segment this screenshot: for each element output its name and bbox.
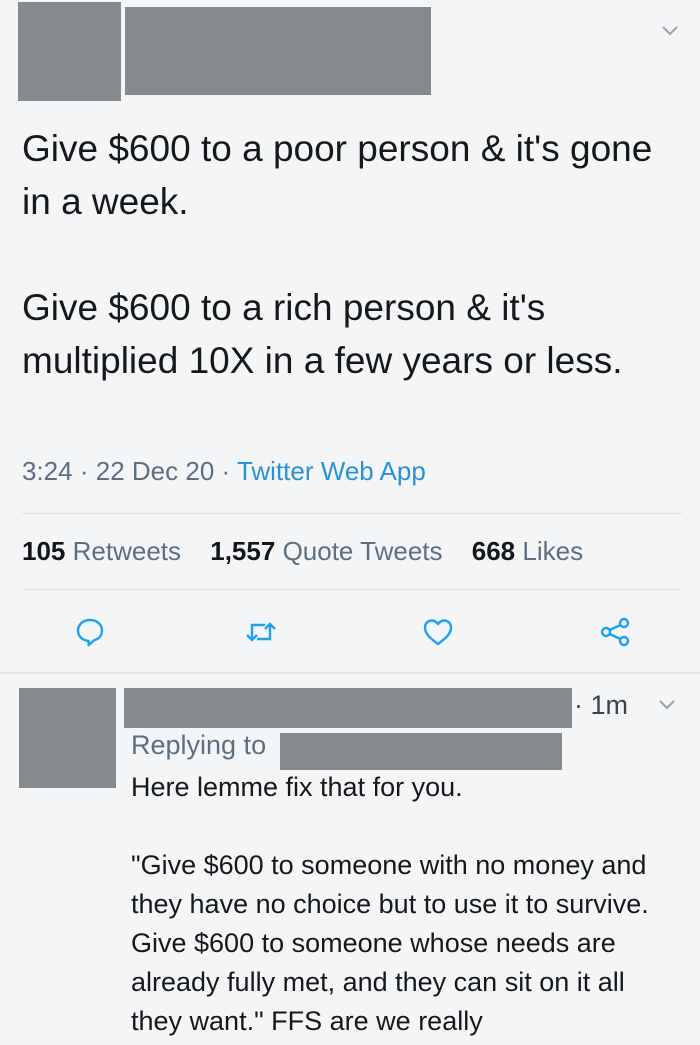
reply-avatar-redacted[interactable] (19, 688, 116, 788)
reply-paragraph: "Give $600 to someone with no money and … (131, 850, 649, 1036)
meta-dot: · (221, 456, 231, 486)
replying-to-handle-redacted[interactable] (280, 733, 562, 770)
chevron-down-icon[interactable] (660, 24, 680, 43)
likes-stat[interactable]: 668 Likes (472, 536, 583, 566)
author-name-redacted[interactable] (125, 7, 431, 95)
reply-icon[interactable] (72, 614, 108, 650)
share-icon[interactable] (597, 614, 633, 650)
tweet-text: Give $600 to a poor person & it's gone i… (22, 122, 672, 387)
tweet-meta: 3:24 · 22 Dec 20 · Twitter Web App (22, 456, 426, 487)
meta-dot: · (79, 456, 89, 486)
reply-author-redacted[interactable] (124, 688, 572, 728)
tweet-time[interactable]: 3:24 (22, 456, 73, 486)
divider (22, 513, 682, 514)
tweet-paragraph: Give $600 to a rich person & it's multip… (22, 287, 623, 381)
chevron-down-icon[interactable] (657, 698, 677, 717)
tweet-paragraph: Give $600 to a poor person & it's gone i… (22, 128, 653, 222)
divider (0, 672, 700, 674)
retweet-icon[interactable] (243, 614, 279, 650)
replying-to-label: Replying to (131, 730, 267, 760)
divider (22, 589, 682, 590)
tweet-stats: 105 Retweets 1,557 Quote Tweets 668 Like… (22, 536, 605, 567)
reply-time[interactable]: · 1m (574, 690, 628, 721)
retweets-stat[interactable]: 105 Retweets (22, 536, 181, 566)
like-icon[interactable] (420, 614, 456, 650)
tweet-date[interactable]: 22 Dec 20 (96, 456, 215, 486)
quote-tweets-stat[interactable]: 1,557 Quote Tweets (210, 536, 442, 566)
tweet-source[interactable]: Twitter Web App (237, 456, 426, 486)
reply-text: Here lemme fix that for you. "Give $600 … (131, 768, 681, 1041)
author-avatar-redacted[interactable] (18, 2, 121, 101)
reply-paragraph: Here lemme fix that for you. (131, 772, 463, 802)
